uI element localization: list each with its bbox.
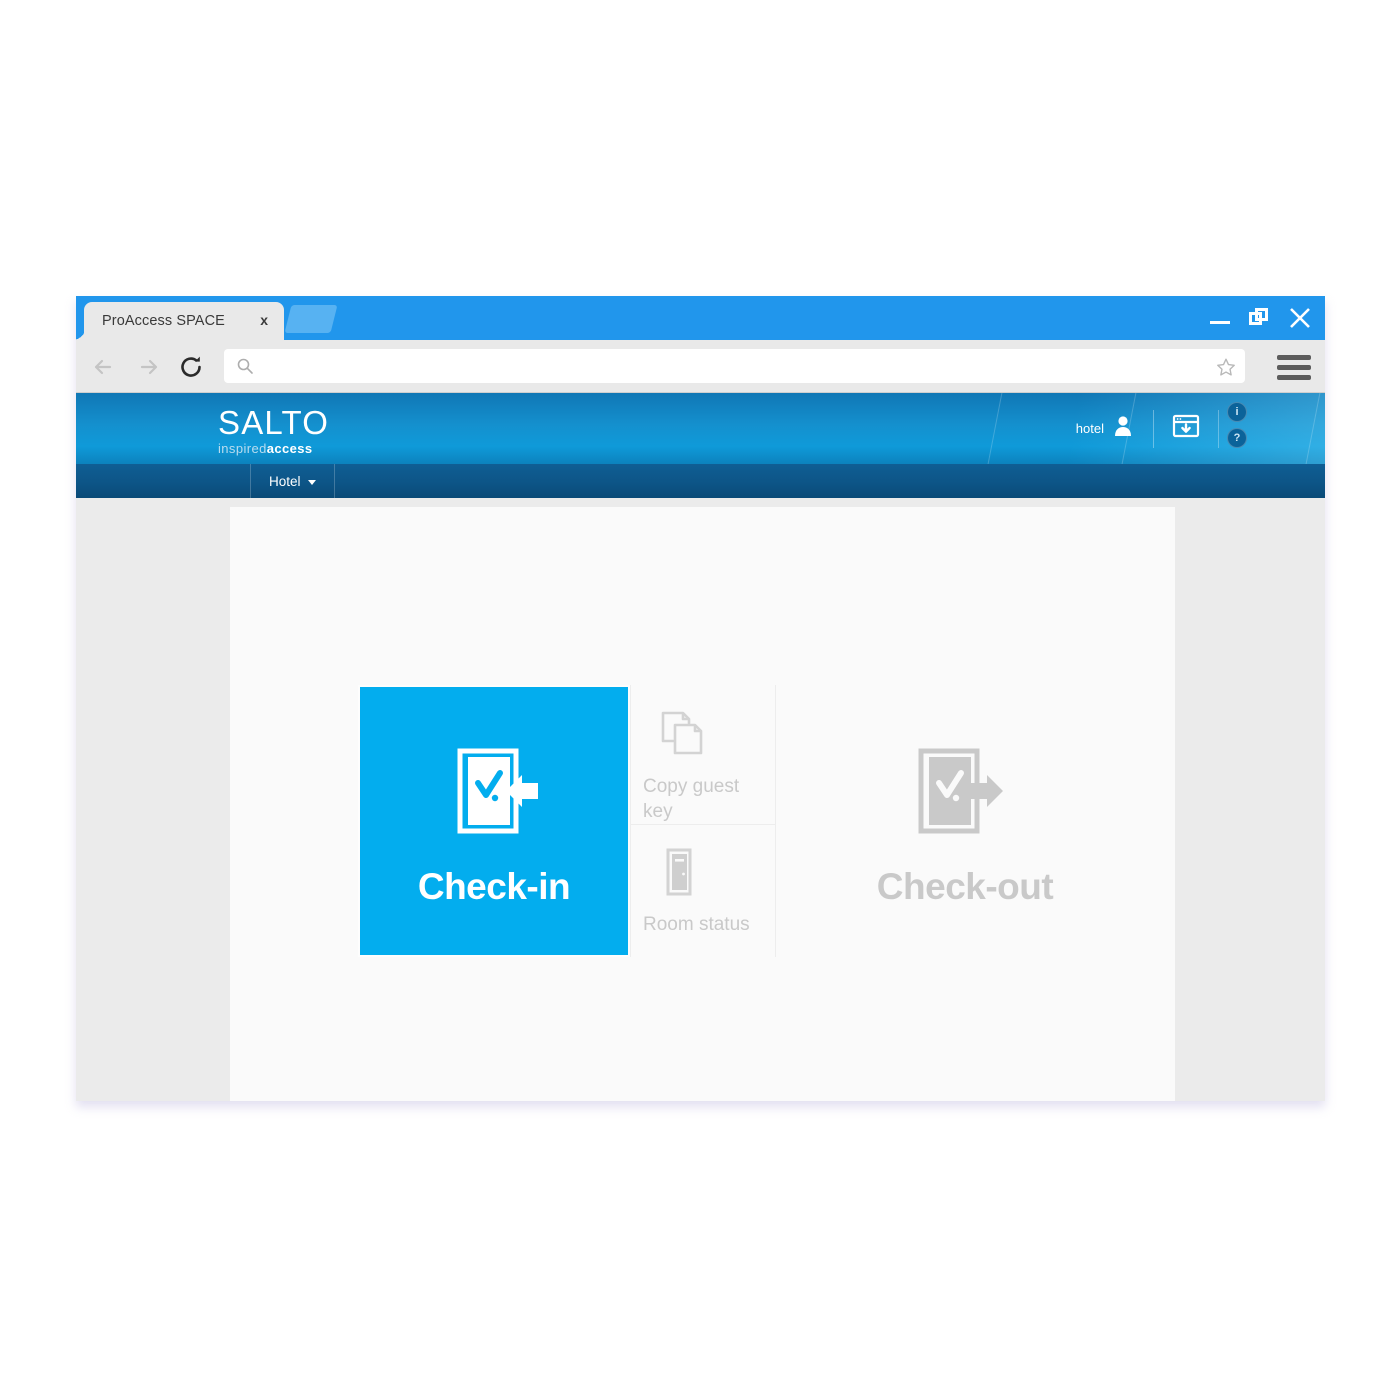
tile-check-out-label: Check-out bbox=[876, 865, 1054, 907]
tile-column: Copy guest key Room status bbox=[630, 685, 776, 957]
info-icon[interactable]: i bbox=[1227, 402, 1247, 422]
logo-tagline: inspiredaccess bbox=[218, 441, 329, 456]
tile-room-status[interactable]: Room status bbox=[631, 824, 775, 957]
reload-icon[interactable] bbox=[176, 352, 206, 382]
page-viewport: SALTO inspiredaccess hotel i ? Hotel Che… bbox=[76, 393, 1325, 1101]
address-bar[interactable] bbox=[224, 349, 1245, 383]
user-label: hotel bbox=[1075, 421, 1104, 436]
logo-tagline-light: inspired bbox=[218, 441, 267, 456]
door-check-out-icon bbox=[909, 735, 1021, 852]
copy-documents-icon bbox=[657, 707, 709, 764]
screenshot-root: ProAccess SPACE x SALTO inspiredaccess h… bbox=[0, 0, 1400, 1400]
tab-close-button[interactable]: x bbox=[260, 312, 268, 328]
tile-check-in[interactable]: Check-in bbox=[358, 685, 630, 957]
logo-tagline-bold: access bbox=[266, 441, 313, 456]
browser-tab[interactable]: ProAccess SPACE x bbox=[76, 302, 284, 340]
browser-window: ProAccess SPACE x SALTO inspiredaccess h… bbox=[76, 296, 1325, 1101]
download-button[interactable] bbox=[1154, 413, 1218, 444]
header-actions: hotel bbox=[1076, 393, 1219, 464]
tile-copy-guest-key[interactable]: Copy guest key bbox=[631, 685, 775, 824]
tab-title: ProAccess SPACE bbox=[102, 313, 225, 329]
app-nav-bar: Hotel bbox=[76, 464, 1325, 498]
app-header: SALTO inspiredaccess hotel i ? bbox=[76, 393, 1325, 464]
nav-item-label: Hotel bbox=[269, 473, 301, 489]
tile-check-in-label: Check-in bbox=[417, 865, 571, 907]
browser-menu-icon[interactable] bbox=[1277, 355, 1311, 385]
action-tiles: Check-in Copy guest key Room status Chec… bbox=[358, 685, 1110, 957]
chevron-down-icon bbox=[307, 479, 316, 485]
tile-check-out[interactable]: Check-out bbox=[820, 685, 1110, 957]
user-menu[interactable]: hotel bbox=[1076, 415, 1153, 442]
content-area: Check-in Copy guest key Room status Chec… bbox=[76, 498, 1325, 1101]
door-icon bbox=[657, 847, 701, 902]
back-icon[interactable] bbox=[88, 352, 118, 382]
forward-icon[interactable] bbox=[134, 352, 164, 382]
window-controls bbox=[1207, 296, 1313, 340]
tile-room-status-label: Room status bbox=[643, 914, 750, 935]
browser-titlebar: ProAccess SPACE x bbox=[76, 296, 1325, 340]
new-tab-button[interactable] bbox=[284, 305, 338, 333]
tile-copy-guest-key-label: Copy guest key bbox=[643, 776, 740, 822]
nav-item-hotel[interactable]: Hotel bbox=[250, 464, 335, 498]
user-avatar-icon bbox=[1113, 415, 1133, 442]
search-icon bbox=[236, 357, 254, 380]
logo-wordmark: SALTO bbox=[218, 404, 330, 441]
minimize-icon[interactable] bbox=[1207, 305, 1233, 331]
content-panel: Check-in Copy guest key Room status Chec… bbox=[230, 507, 1175, 1101]
salto-logo: SALTO inspiredaccess bbox=[218, 404, 330, 457]
download-window-icon bbox=[1172, 413, 1200, 444]
header-help-group: i ? bbox=[1227, 402, 1247, 448]
bookmark-star-icon[interactable] bbox=[1215, 356, 1237, 383]
browser-toolbar bbox=[76, 340, 1325, 393]
help-icon[interactable]: ? bbox=[1227, 428, 1247, 448]
close-icon[interactable] bbox=[1287, 305, 1313, 331]
maximize-icon[interactable] bbox=[1247, 305, 1273, 331]
door-check-in-icon bbox=[438, 735, 550, 852]
header-divider-2 bbox=[1218, 409, 1219, 448]
